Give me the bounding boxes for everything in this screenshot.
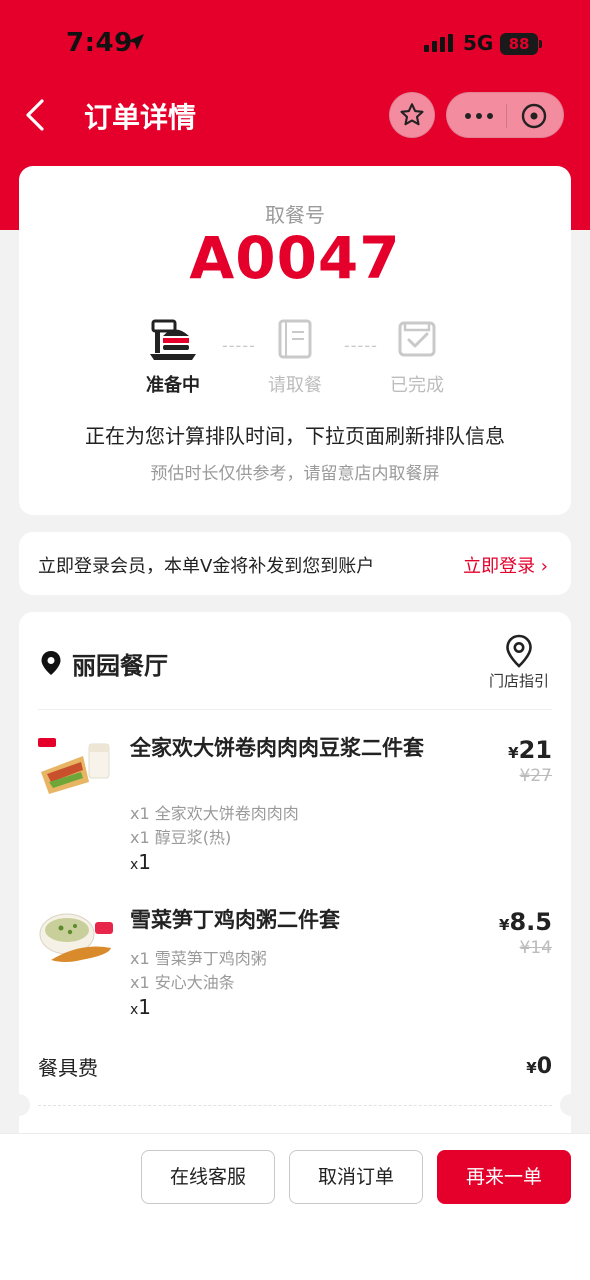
item-quantity: x1 xyxy=(130,850,151,874)
location-arrow-icon xyxy=(128,34,144,50)
member-login-text: 立即登录会员，本单V金将补发到您到账户 xyxy=(38,556,375,577)
item-price: ¥21 xyxy=(508,736,552,764)
capsule-divider xyxy=(506,104,507,128)
step-label-completed: 已完成 xyxy=(390,375,444,396)
close-circle-icon[interactable] xyxy=(520,102,548,130)
tableware-fee-label: 餐具费 xyxy=(38,1056,98,1080)
more-options-icon[interactable] xyxy=(463,103,495,129)
step-pickup xyxy=(235,318,355,364)
network-type: 5G xyxy=(463,31,494,55)
bottom-action-bar: 在线客服 取消订单 再来一单 xyxy=(0,1133,590,1280)
step-completed xyxy=(357,318,477,364)
quantity-number: 1 xyxy=(138,850,152,874)
price-value: 8.5 xyxy=(509,908,552,936)
currency-symbol: ¥ xyxy=(526,1059,537,1077)
cellular-signal-icon xyxy=(424,34,453,52)
star-icon xyxy=(400,103,424,126)
cancel-order-button[interactable]: 取消订单 xyxy=(289,1150,423,1204)
reorder-button[interactable]: 再来一单 xyxy=(437,1150,571,1204)
pickup-number: A0047 xyxy=(189,224,401,292)
step-label-pickup: 请取餐 xyxy=(268,375,322,396)
favorite-button[interactable] xyxy=(389,92,435,138)
dashed-divider xyxy=(38,1105,552,1106)
member-login-banner[interactable]: 立即登录会员，本单V金将补发到您到账户 立即登录 › xyxy=(19,532,571,595)
ticket-notch-right xyxy=(560,1094,582,1116)
tableware-fee-amount: ¥0 xyxy=(526,1054,552,1079)
step-preparing xyxy=(113,318,233,366)
ticket-notch-left xyxy=(8,1094,30,1116)
fee-value: 0 xyxy=(536,1054,552,1079)
check-bag-icon xyxy=(398,321,436,357)
store-guide-icon[interactable] xyxy=(504,634,534,668)
queue-hint-text: 预估时长仅供参考，请留意店内取餐屏 xyxy=(150,464,440,484)
item-image-wrap-set xyxy=(38,738,110,794)
status-bar: 7:49 5G 88 xyxy=(0,0,590,88)
currency-symbol: ¥ xyxy=(499,916,510,934)
item-option: x1 全家欢大饼卷肉肉肉 xyxy=(130,804,299,823)
pickup-card: 取餐号 A0047 ----- ----- 准备中 请取餐 已完成 正在为您计算… xyxy=(19,166,571,515)
nav-bar: 订单详情 xyxy=(0,88,590,142)
item-option: x1 安心大油条 xyxy=(130,973,235,992)
page-title: 订单详情 xyxy=(84,101,197,134)
location-pin-icon xyxy=(41,651,61,675)
burger-tray-icon xyxy=(150,319,196,360)
back-arrow-icon[interactable] xyxy=(22,98,48,132)
quantity-number: 1 xyxy=(138,995,152,1019)
queue-status-text: 正在为您计算排队时间，下拉页面刷新排队信息 xyxy=(85,424,505,448)
online-service-button[interactable]: 在线客服 xyxy=(141,1150,275,1204)
price-value: 21 xyxy=(518,736,552,764)
bag-icon xyxy=(278,319,312,359)
battery-icon: 88 xyxy=(500,33,542,55)
item-name: 雪菜笋丁鸡肉粥二件套 xyxy=(130,908,340,932)
order-card: 丽园餐厅 门店指引 全家欢大饼卷肉肉肉豆浆二件套 x1 全家欢大饼卷肉肉肉 x1… xyxy=(8,612,582,1152)
item-price: ¥8.5 xyxy=(499,908,552,936)
store-guide-label[interactable]: 门店指引 xyxy=(489,670,549,691)
item-original-price: ¥14 xyxy=(519,938,552,958)
currency-symbol: ¥ xyxy=(508,744,519,762)
step-label-preparing: 准备中 xyxy=(146,375,200,396)
divider xyxy=(38,709,552,710)
item-option: x1 醇豆浆(热) xyxy=(130,828,232,847)
item-name: 全家欢大饼卷肉肉肉豆浆二件套 xyxy=(130,736,424,760)
mini-program-capsule xyxy=(446,92,564,138)
item-original-price: ¥27 xyxy=(519,766,552,786)
status-time: 7:49 xyxy=(66,28,133,58)
item-option: x1 雪菜笋丁鸡肉粥 xyxy=(130,949,267,968)
store-name: 丽园餐厅 xyxy=(72,652,168,680)
item-quantity: x1 xyxy=(130,995,151,1019)
member-login-link[interactable]: 立即登录 › xyxy=(463,552,548,578)
item-image-porridge-set xyxy=(39,913,113,962)
